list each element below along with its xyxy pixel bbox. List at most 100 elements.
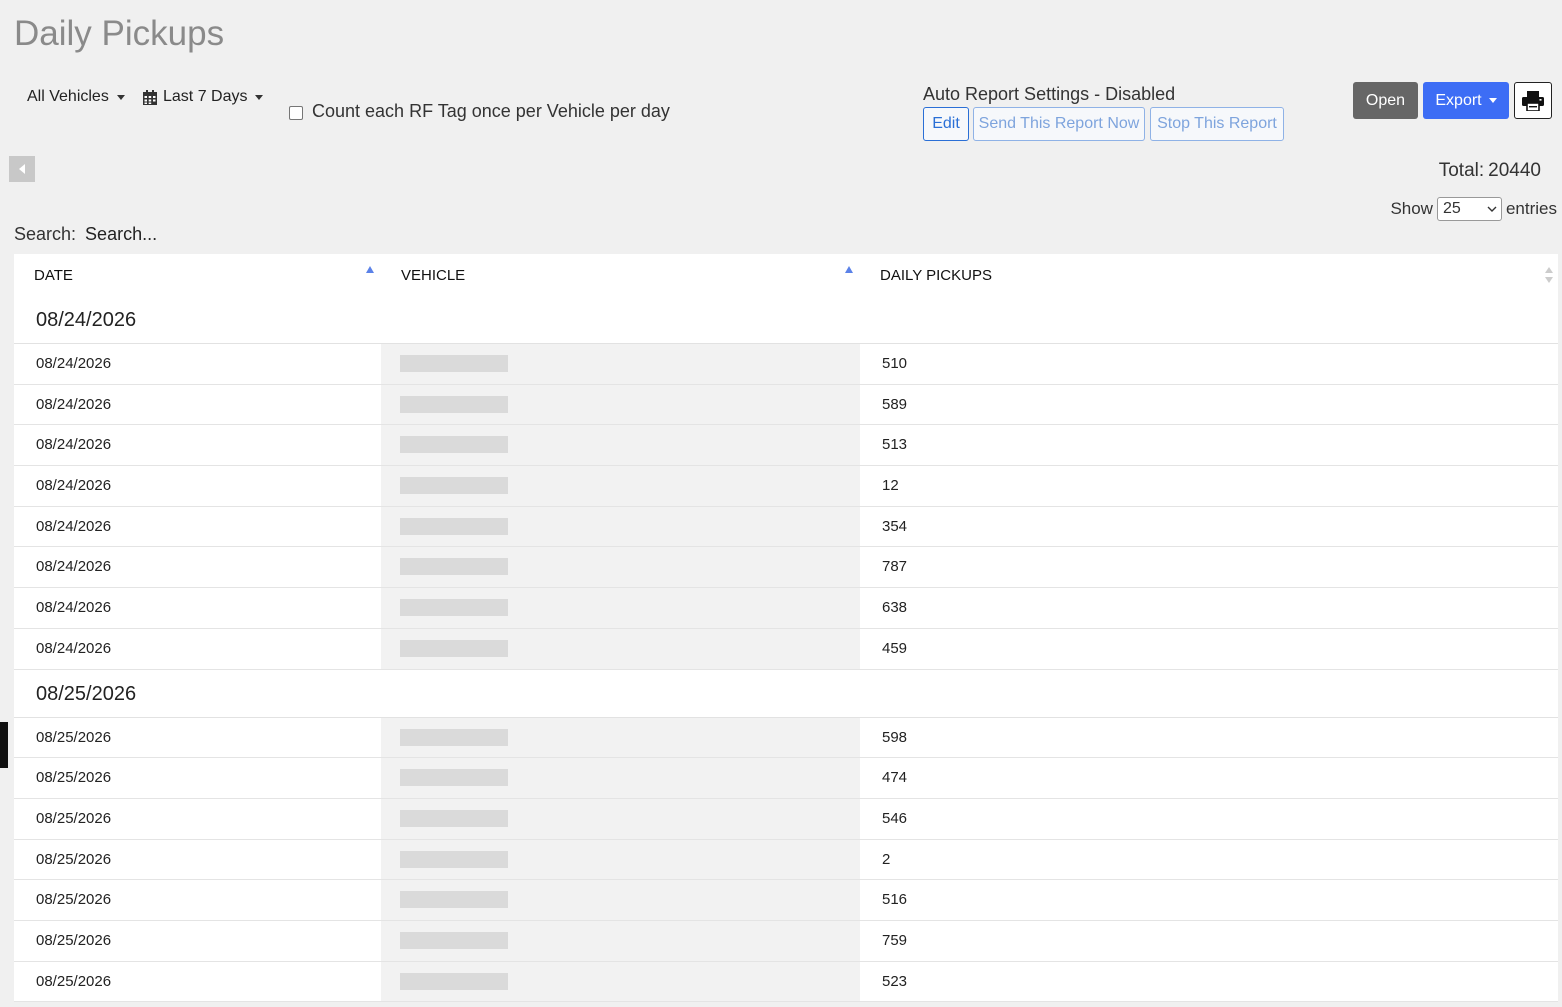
redacted-vehicle-name [400,436,508,454]
caret-down-icon [255,94,264,100]
cell-daily-pickups: 523 [882,972,908,990]
edit-auto-report-button[interactable]: Edit [923,107,969,141]
date-range-label: Last 7 Days [163,88,248,105]
table-row[interactable]: 08/24/2026 12 [14,466,1558,507]
stop-report-button[interactable]: Stop This Report [1150,107,1284,141]
cell-daily-pickups: 598 [882,728,908,746]
group-header-row: 08/25/2026 [14,670,1558,718]
auto-report-status: Auto Report Settings - Disabled [923,84,1176,104]
cell-date: 08/24/2026 [36,395,112,413]
table-row[interactable]: 08/25/2026 516 [14,880,1558,921]
redacted-vehicle-name [400,517,508,535]
export-label: Export [1435,91,1482,109]
page-title: Daily Pickups [14,14,225,53]
table-row[interactable]: 08/24/2026 459 [14,628,1558,670]
cell-date: 08/25/2026 [36,891,112,909]
redacted-vehicle-name [400,355,508,372]
table-row[interactable]: 08/24/2026 510 [14,344,1558,385]
table-header: DATE VEHICLE DAILY PICKUPS [14,254,1558,296]
cell-date: 08/24/2026 [36,355,112,372]
redacted-vehicle-name [400,558,508,576]
entries-label: entries [1505,199,1557,218]
cell-vehicle [381,717,860,758]
search-input[interactable]: Search... [85,224,157,245]
column-header-date[interactable]: DATE [34,267,73,284]
chevron-down-icon [1487,206,1497,212]
cell-vehicle [381,628,860,669]
total-pickups: Total: 20440 [1439,160,1541,182]
cell-date: 08/25/2026 [36,931,112,949]
printer-icon [1522,90,1544,111]
cell-date: 08/24/2026 [36,477,112,495]
redacted-vehicle-name [400,769,508,787]
caret-down-icon [116,94,125,100]
cell-date: 08/25/2026 [36,850,112,868]
cell-date: 08/24/2026 [36,639,112,657]
count-once-checkbox[interactable] [289,106,303,120]
redacted-vehicle-name [400,850,508,868]
collapse-panel-button[interactable] [9,156,35,182]
vehicle-filter-label: All Vehicles [27,88,109,105]
page-size-value: 25 [1442,200,1461,217]
cell-daily-pickups: 2 [882,850,891,868]
redacted-vehicle-name [400,599,508,617]
daily-pickups-page: Daily Pickups All Vehicles Last 7 Days C… [0,0,1562,1007]
cell-vehicle [381,880,860,920]
count-once-option[interactable]: Count each RF Tag once per Vehicle per d… [289,101,670,122]
vehicle-filter-dropdown[interactable]: All Vehicles [27,88,125,106]
sort-asc-icon[interactable] [845,266,853,273]
date-range-dropdown[interactable]: Last 7 Days [143,88,264,106]
count-once-label: Count each RF Tag once per Vehicle per d… [312,101,670,121]
edge-handle [0,722,8,768]
cell-vehicle [381,758,860,798]
cell-daily-pickups: 589 [882,395,908,413]
table-body: 08/24/2026 08/24/2026 510 08/24/2026 589 08/2… [14,296,1558,1003]
cell-vehicle [381,798,860,839]
table-row[interactable]: 08/24/2026 513 [14,425,1558,467]
caret-down-icon [1488,98,1497,103]
cell-daily-pickups: 459 [882,639,908,657]
table-row[interactable]: 08/25/2026 546 [14,798,1558,840]
cell-vehicle [381,961,860,1002]
cell-vehicle [381,425,860,466]
page-length-control: Show 25 entries [1390,197,1557,221]
chevron-left-icon [19,164,25,174]
table-row[interactable]: 08/24/2026 638 [14,588,1558,629]
calendar-icon [143,89,157,105]
table-row[interactable]: 08/24/2026 354 [14,506,1558,548]
group-date: 08/25/2026 [36,682,137,705]
table-row[interactable]: 08/24/2026 787 [14,547,1558,589]
search-label: Search: [14,224,77,244]
daily-pickups-table: DATE VEHICLE DAILY PICKUPS 08/24/2026 08/… [14,254,1558,1003]
cell-daily-pickups: 513 [882,436,908,454]
total-label: Total: [1438,160,1485,181]
column-header-daily-pickups[interactable]: DAILY PICKUPS [880,267,992,284]
page-size-select[interactable]: 25 [1436,197,1502,221]
table-row[interactable]: 08/25/2026 474 [14,758,1558,799]
sort-both-icon[interactable] [1544,266,1554,284]
redacted-vehicle-name [400,728,508,746]
cell-date: 08/24/2026 [36,436,112,454]
cell-vehicle [381,506,860,547]
table-row[interactable]: 08/25/2026 2 [14,839,1558,881]
cell-daily-pickups: 474 [882,769,908,787]
open-button[interactable]: Open [1353,82,1418,119]
cell-daily-pickups: 354 [882,517,908,535]
table-row[interactable]: 08/24/2026 589 [14,384,1558,426]
print-button[interactable] [1514,82,1552,119]
cell-daily-pickups: 12 [882,477,899,495]
redacted-vehicle-name [400,477,508,495]
send-report-now-button[interactable]: Send This Report Now [973,107,1145,141]
cell-vehicle [381,466,860,506]
export-dropdown-button[interactable]: Export [1423,82,1509,119]
table-row[interactable]: 08/25/2026 759 [14,920,1558,962]
cell-date: 08/25/2026 [36,769,112,787]
sort-asc-icon[interactable] [366,266,374,273]
column-header-vehicle[interactable]: VEHICLE [401,267,465,284]
redacted-vehicle-name [400,639,508,657]
table-row[interactable]: 08/25/2026 598 [14,717,1558,759]
table-row[interactable]: 08/25/2026 523 [14,961,1558,1003]
search-bar: Search: Search... [14,224,157,245]
cell-daily-pickups: 787 [882,558,908,576]
cell-daily-pickups: 546 [882,809,908,827]
